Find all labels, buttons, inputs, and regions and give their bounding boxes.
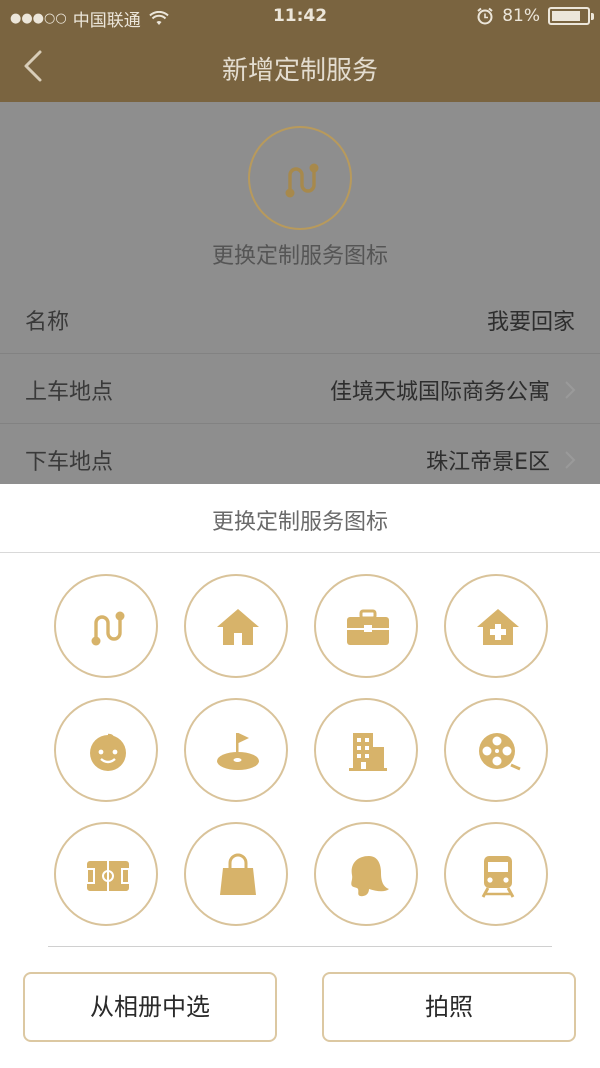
building-icon — [349, 733, 387, 771]
form-overlay[interactable]: 更换定制服务图标 名称 我要回家 上车地点 佳境天城国际商务公寓 下车地点 珠江… — [0, 102, 600, 484]
icon-option-golf[interactable] — [184, 698, 288, 802]
icon-option-bag[interactable] — [184, 822, 288, 926]
icon-option-woman[interactable] — [314, 822, 418, 926]
navigation-bar: ●●●○○ 中国联通 11:42 81% 新增定制服务 — [0, 0, 600, 102]
page-title: 新增定制服务 — [221, 56, 378, 86]
change-icon-label[interactable]: 更换定制服务图标 — [0, 238, 600, 270]
golf-icon — [217, 733, 259, 770]
battery-fill — [552, 11, 580, 21]
icon-option-train[interactable] — [444, 822, 548, 926]
icon-option-home[interactable] — [184, 574, 288, 678]
battery-percent: 81% — [502, 6, 540, 26]
pickup-value: 佳境天城国际商务公寓 — [329, 380, 550, 405]
home-icon — [217, 609, 259, 645]
route-icon — [285, 163, 319, 198]
icon-option-film[interactable] — [444, 698, 548, 802]
battery-icon — [548, 7, 594, 25]
icon-option-briefcase[interactable] — [314, 574, 418, 678]
pickup-label: 上车地点 — [25, 380, 114, 405]
chevron-right-icon — [565, 381, 576, 399]
name-label: 名称 — [25, 310, 70, 335]
train-icon — [481, 856, 515, 898]
dropoff-value: 珠江帝景E区 — [426, 450, 550, 475]
chevron-right-icon — [565, 451, 576, 469]
alarm-icon — [477, 7, 493, 25]
service-icon-button[interactable] — [248, 126, 352, 230]
film-reel-icon — [479, 733, 521, 771]
divider — [0, 552, 600, 553]
woman-profile-icon — [351, 856, 389, 897]
briefcase-icon — [347, 609, 389, 645]
name-value: 我要回家 — [486, 310, 575, 335]
name-row[interactable]: 名称 我要回家 — [0, 284, 600, 354]
icon-option-route[interactable] — [54, 574, 158, 678]
dropoff-label: 下车地点 — [25, 450, 114, 475]
divider — [48, 946, 552, 947]
hospital-icon — [477, 609, 519, 645]
choose-from-album-button[interactable]: 从相册中选 — [23, 972, 277, 1042]
status-bar: ●●●○○ 中国联通 11:42 81% — [0, 0, 600, 34]
icon-grid — [0, 574, 600, 926]
route-icon — [91, 611, 125, 646]
sheet-title: 更换定制服务图标 — [211, 510, 388, 535]
icon-option-building[interactable] — [314, 698, 418, 802]
soccer-field-icon — [86, 861, 130, 891]
icon-picker-sheet: 更换定制服务图标 从相册中选 拍照 — [0, 484, 600, 1068]
take-photo-button[interactable]: 拍照 — [322, 972, 576, 1042]
icon-option-hospital[interactable] — [444, 574, 548, 678]
pickup-row[interactable]: 上车地点 佳境天城国际商务公寓 — [0, 354, 600, 424]
icon-option-soccer[interactable] — [54, 822, 158, 926]
baby-icon — [90, 733, 126, 771]
shopping-bag-icon — [220, 853, 256, 895]
icon-option-baby[interactable] — [54, 698, 158, 802]
